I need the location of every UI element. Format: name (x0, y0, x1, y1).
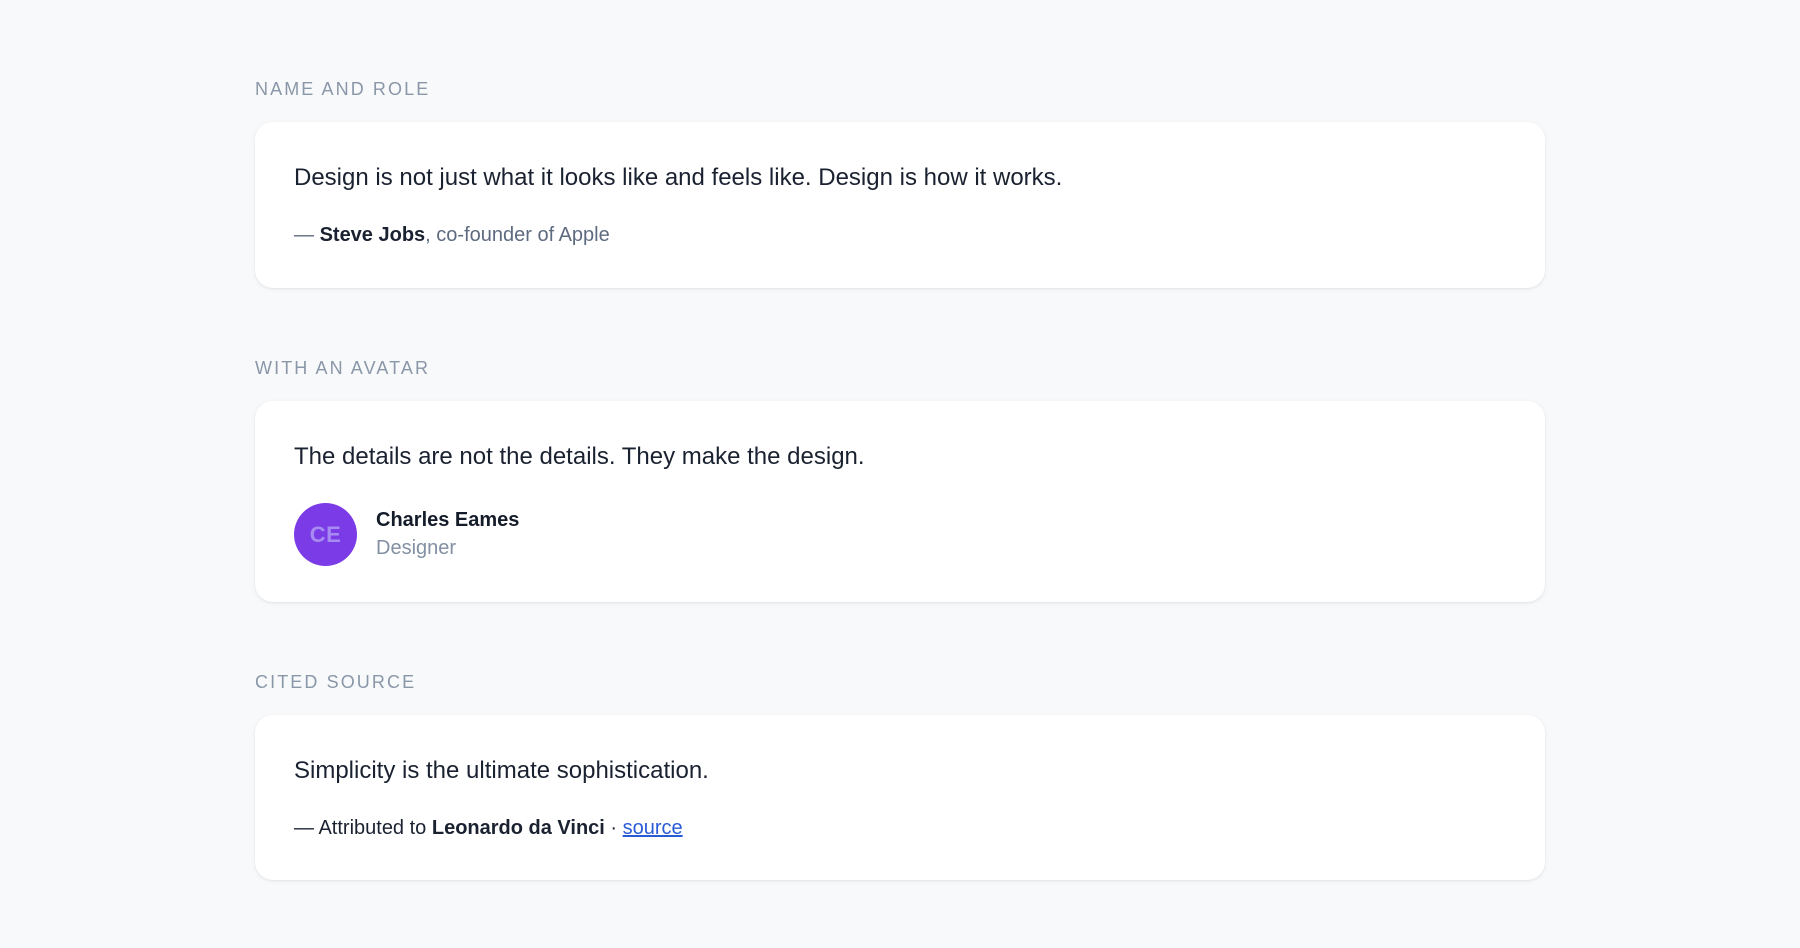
quote-text: Design is not just what it looks like an… (294, 164, 1063, 191)
quote-card-cited-source: Simplicity is the ultimate sophisticatio… (255, 715, 1545, 880)
author-name: Charles Eames (376, 509, 520, 531)
avatar: CE (294, 503, 357, 566)
author-name: Steve Jobs (319, 224, 426, 246)
quote-attribution: — Steve Jobs, co-founder of Apple (294, 223, 610, 247)
section-label-cited-source: CITED SOURCE (255, 672, 417, 692)
source-link[interactable]: source (623, 817, 683, 839)
section-label-name-and-role: NAME AND ROLE (255, 79, 431, 99)
author-name: Leonardo da Vinci (431, 817, 605, 839)
author-role: , co-founder of Apple (425, 224, 610, 246)
quote-text: Simplicity is the ultimate sophisticatio… (294, 757, 709, 784)
quote-card-name-and-role: Design is not just what it looks like an… (255, 122, 1545, 288)
attribution-separator: · (604, 817, 623, 839)
quote-card-with-avatar: The details are not the details. They ma… (255, 401, 1545, 602)
attribution-dash: — (294, 224, 320, 246)
attribution-prefix: — Attributed to (294, 817, 432, 839)
quote-attribution: — Attributed to Leonardo da Vinci · sour… (294, 816, 683, 840)
author-role: Designer (376, 537, 457, 559)
section-label-with-an-avatar: WITH AN AVATAR (255, 358, 431, 378)
quote-text: The details are not the details. They ma… (294, 443, 865, 470)
